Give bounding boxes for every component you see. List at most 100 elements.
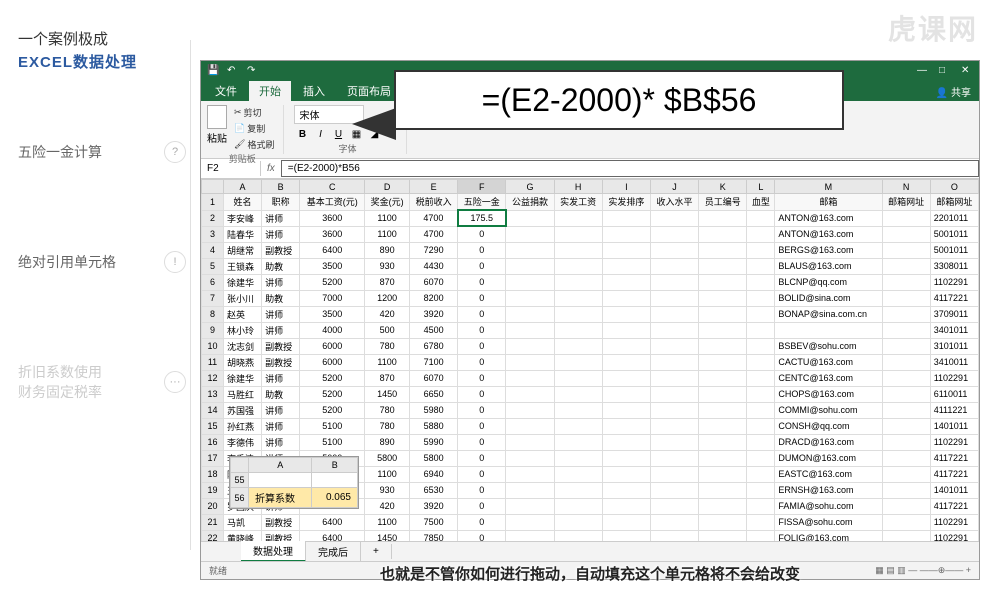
column-title[interactable]: 姓名 [224,194,262,211]
cell[interactable]: BLCNP@qq.com [775,274,882,290]
cell[interactable]: 780 [365,338,410,354]
cell[interactable]: 1102291 [930,434,978,450]
row-header[interactable]: 13 [202,386,224,402]
cell[interactable] [699,306,747,322]
cell[interactable] [602,274,650,290]
tab-insert[interactable]: 插入 [293,81,335,101]
cell[interactable] [747,210,775,226]
cell[interactable]: CONSH@qq.com [775,418,882,434]
cell[interactable] [882,402,930,418]
cell[interactable] [699,434,747,450]
cell[interactable]: 175.5 [458,210,506,226]
col-header[interactable]: M [775,180,882,194]
cell[interactable]: EASTC@163.com [775,466,882,482]
cell[interactable]: 副教授 [262,338,300,354]
cell[interactable] [554,370,602,386]
cell[interactable]: 胡继常 [224,242,262,258]
cell[interactable] [602,402,650,418]
row-header[interactable]: 16 [202,434,224,450]
cell[interactable] [506,242,554,258]
cell[interactable]: 讲师 [262,322,300,338]
cell[interactable] [602,226,650,242]
cell[interactable]: FAMIA@sohu.com [775,498,882,514]
cell[interactable]: 6780 [410,338,458,354]
cell[interactable]: 林小玲 [224,322,262,338]
cell[interactable] [506,386,554,402]
cell[interactable]: 1401011 [930,418,978,434]
cell[interactable]: 3920 [410,306,458,322]
cell[interactable]: 3101011 [930,338,978,354]
cell[interactable]: 1102291 [930,514,978,530]
cell[interactable] [602,370,650,386]
cell[interactable] [650,226,698,242]
minimize-icon[interactable]: — [917,65,929,77]
cell[interactable] [602,514,650,530]
cell[interactable]: 3500 [300,306,365,322]
cell[interactable]: FISSA@sohu.com [775,514,882,530]
cell[interactable] [699,466,747,482]
column-title[interactable]: 邮箱网址 [930,194,978,211]
col-header[interactable]: D [365,180,410,194]
cell[interactable] [602,466,650,482]
cell[interactable]: 5200 [300,274,365,290]
column-title[interactable]: 五险一金 [458,194,506,211]
cell[interactable] [699,322,747,338]
cell[interactable] [699,386,747,402]
cell[interactable] [882,450,930,466]
cell[interactable] [650,514,698,530]
cell[interactable] [650,322,698,338]
cell[interactable]: 讲师 [262,306,300,322]
cell[interactable] [882,370,930,386]
cell[interactable] [747,322,775,338]
cell[interactable] [506,338,554,354]
cell[interactable] [506,370,554,386]
cell[interactable]: 胡晓燕 [224,354,262,370]
cell[interactable]: 7100 [410,354,458,370]
cell[interactable]: COMMI@sohu.com [775,402,882,418]
row-header[interactable]: 11 [202,354,224,370]
cell[interactable] [554,418,602,434]
cell[interactable] [747,258,775,274]
cell[interactable]: 1102291 [930,274,978,290]
cell[interactable]: 赵英 [224,306,262,322]
cell[interactable]: 7500 [410,514,458,530]
maximize-icon[interactable]: □ [939,65,951,77]
cell[interactable] [882,434,930,450]
cell[interactable] [554,242,602,258]
cell[interactable]: 讲师 [262,226,300,242]
row-header[interactable]: 7 [202,290,224,306]
column-title[interactable]: 实发排序 [602,194,650,211]
cell[interactable] [602,386,650,402]
cell[interactable]: 0 [458,482,506,498]
cell[interactable]: 0 [458,290,506,306]
col-header[interactable]: O [930,180,978,194]
cell[interactable]: 4117221 [930,290,978,306]
redo-icon[interactable]: ↷ [247,65,259,77]
cell[interactable]: 420 [365,306,410,322]
cell[interactable]: 4700 [410,226,458,242]
cell[interactable]: 张小川 [224,290,262,306]
cell[interactable]: 0 [458,274,506,290]
cell[interactable] [699,338,747,354]
row-header[interactable]: 10 [202,338,224,354]
cell[interactable]: 890 [365,242,410,258]
cell[interactable]: 0 [458,354,506,370]
cell[interactable]: 5200 [300,402,365,418]
cell[interactable] [506,322,554,338]
cell[interactable]: 0 [458,306,506,322]
cell[interactable] [650,418,698,434]
row-header[interactable]: 8 [202,306,224,322]
cell[interactable]: 5200 [300,370,365,386]
cell[interactable] [747,290,775,306]
cell[interactable]: 沈志剑 [224,338,262,354]
cell[interactable] [506,482,554,498]
cell[interactable]: 徐建华 [224,370,262,386]
cell[interactable] [882,226,930,242]
cell[interactable] [602,418,650,434]
column-title[interactable]: 邮箱 [775,194,882,211]
cell[interactable]: 3401011 [930,322,978,338]
cell[interactable]: 5001011 [930,226,978,242]
cell[interactable]: 0 [458,322,506,338]
cell[interactable]: 0 [458,226,506,242]
row-header[interactable]: 2 [202,210,224,226]
